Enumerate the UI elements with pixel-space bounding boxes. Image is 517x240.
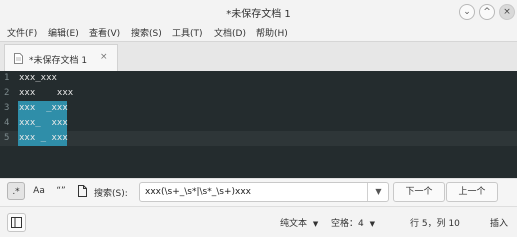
syntax-selector[interactable]: 纯文本 ▼ — [280, 216, 318, 229]
text-editor[interactable]: 1 xxx_xxx 2 xxx xxx 3 xxx _xxx 4 xxx_ xx… — [0, 71, 517, 178]
menu-tools[interactable]: 工具(T) — [172, 26, 203, 39]
match-case-toggle[interactable]: Aa — [30, 182, 48, 200]
chevron-down-icon: ▼ — [312, 220, 319, 228]
line-number: 4 — [4, 118, 10, 128]
tab-width-label: 空格：4 — [331, 219, 364, 229]
current-line: 5 xxx _ xxx — [0, 131, 517, 146]
line-number: 5 — [4, 133, 10, 143]
search-label: 搜索(S): — [94, 189, 128, 199]
menu-search[interactable]: 搜索(S) — [131, 26, 162, 39]
editor-line: 4 xxx_ xxx — [0, 116, 517, 131]
chevron-down-icon: ▼ — [369, 220, 375, 228]
line-number: 3 — [4, 103, 10, 113]
find-bar: .* Aa “” 搜索(S): xxx(\s+_\s*|\s*_\s+)xxx … — [0, 178, 517, 206]
line-text: xxx _xxx — [19, 103, 68, 113]
line-number: 2 — [4, 88, 10, 98]
find-previous-button[interactable]: 上一个 — [446, 182, 498, 202]
line-text: xxx xxx — [19, 88, 74, 98]
editor-line: 2 xxx xxx — [0, 86, 517, 101]
close-button[interactable]: × — [499, 4, 515, 20]
line-text: xxx_xxx — [19, 73, 57, 83]
tab-document[interactable]: *未保存文档 1 × — [4, 44, 118, 71]
side-panel-button[interactable] — [7, 213, 26, 232]
editor-line: 1 xxx_xxx — [0, 71, 517, 86]
cursor-position: 行 5，列 10 — [410, 219, 460, 229]
status-bar: 纯文本 ▼ 空格：4 ▼ 行 5，列 10 插入 — [0, 206, 517, 237]
search-input-value: xxx(\s+_\s*|\s*_\s+)xxx — [145, 187, 251, 197]
menu-documents[interactable]: 文档(D) — [214, 26, 246, 39]
syntax-label: 纯文本 — [280, 219, 308, 229]
menu-bar: 文件(F) 编辑(E) 查看(V) 搜索(S) 工具(T) 文档(D) 帮助(H… — [0, 24, 517, 41]
document-icon — [14, 53, 23, 64]
maximize-button[interactable]: ^ — [479, 4, 495, 20]
menu-help[interactable]: 帮助(H) — [256, 26, 288, 39]
line-text: xxx_ xxx — [19, 118, 68, 128]
tab-bar: *未保存文档 1 × — [0, 41, 517, 71]
window-title: *未保存文档 1 — [226, 9, 291, 20]
menu-file[interactable]: 文件(F) — [7, 26, 37, 39]
regex-toggle[interactable]: .* — [7, 182, 25, 200]
minimize-button[interactable]: ⌄ — [459, 4, 475, 20]
line-number: 1 — [4, 73, 10, 83]
title-bar: *未保存文档 1 ⌄ ^ × — [0, 0, 517, 24]
side-panel-icon — [11, 217, 22, 228]
tab-close-icon[interactable]: × — [100, 52, 108, 62]
chevron-down-icon[interactable]: ▼ — [367, 183, 389, 201]
tab-label: *未保存文档 1 — [29, 56, 88, 66]
search-input[interactable]: xxx(\s+_\s*|\s*_\s+)xxx ▼ — [139, 182, 389, 202]
tab-width-selector[interactable]: 空格：4 ▼ — [331, 216, 375, 229]
menu-edit[interactable]: 编辑(E) — [48, 26, 79, 39]
whole-word-toggle[interactable]: “” — [52, 182, 70, 200]
menu-view[interactable]: 查看(V) — [89, 26, 120, 39]
find-next-button[interactable]: 下一个 — [393, 182, 445, 202]
editor-line: 3 xxx _xxx — [0, 101, 517, 116]
line-text: xxx _ xxx — [19, 133, 68, 143]
wrap-around-icon — [77, 185, 87, 197]
wrap-around-toggle[interactable] — [73, 182, 91, 200]
insert-mode: 插入 — [490, 219, 509, 229]
